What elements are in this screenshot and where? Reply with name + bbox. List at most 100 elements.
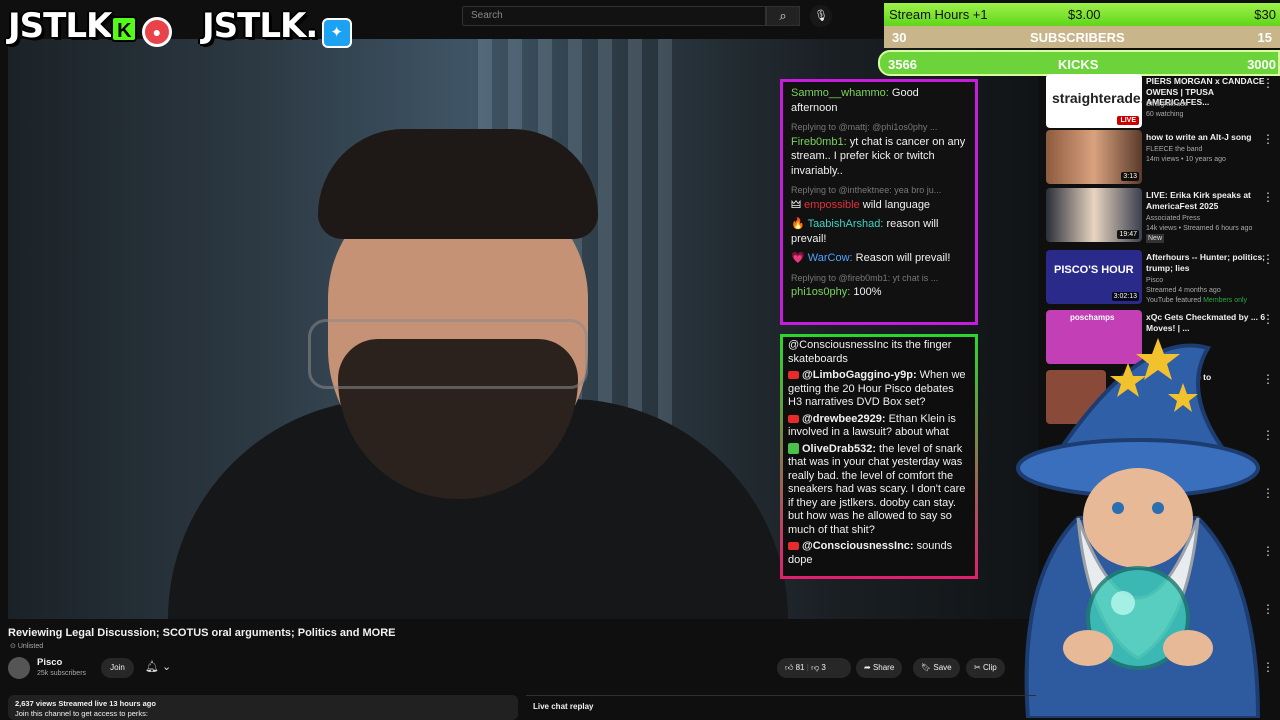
live-chat-replay-header[interactable]: Live chat replay — [526, 695, 1036, 720]
chat-username: Fireb0mb1: — [791, 135, 847, 148]
stream-hours-price: $3.00 — [1068, 7, 1101, 22]
youtube-icon — [788, 371, 799, 380]
video-thumbnail[interactable]: PISCO'S HOUR 3:02:13 — [1046, 250, 1142, 304]
chat-username: OliveDrab532: — [802, 442, 876, 455]
featured-label: YouTube featured — [1146, 297, 1202, 304]
chat-message: 🜲 empossible wild language — [791, 198, 967, 213]
logo-text-kick: JSTLK — [8, 6, 112, 46]
badge-icon: 🔥 — [791, 218, 808, 230]
chat-reply-context: Replying to @fireb0mb1: yt chat is ... — [791, 272, 939, 283]
description-box[interactable]: 2,637 views Streamed live 13 hours ago J… — [8, 695, 518, 720]
chat-reply-context: Replying to @inthektnee: yea bro ju... — [791, 185, 942, 195]
more-icon[interactable]: ⋮ — [1262, 252, 1274, 266]
window-blind — [658, 39, 672, 479]
thumbnail-text: straighterade. — [1052, 90, 1142, 106]
chat-username: Sammo__whammo: — [791, 87, 889, 99]
share-label: Share — [872, 663, 895, 672]
share-button[interactable]: ➦ Share — [856, 658, 903, 678]
subscriber-count: 25k subscribers — [37, 670, 87, 677]
subscribers-bar: 30 SUBSCRIBERS 15 — [884, 26, 1280, 48]
subscribers-count: 30 — [892, 30, 907, 45]
chat-message: @drewbee2929: Ethan Klein is involved in… — [788, 413, 970, 440]
chat-username: @LimboGaggino-y9p: — [802, 369, 917, 381]
dislike-button[interactable]: 👎︎ 3 — [811, 663, 826, 672]
chat-username: phi1os0phy: — [791, 286, 851, 298]
chat-username: WarCow: — [807, 252, 853, 264]
chat-username: @ConsciousnessInc its the finger — [788, 339, 952, 351]
channel-name[interactable]: Associated Press — [1146, 214, 1200, 223]
video-thumbnail[interactable]: straighterade. LIVE — [1046, 74, 1142, 128]
more-icon[interactable]: ⋮ — [1262, 190, 1274, 204]
chat-message: 💗 WarCow: Reason will prevail! — [791, 251, 967, 266]
save-button[interactable]: 🔖︎ Save — [913, 658, 960, 678]
duration-badge: 3:13 — [1121, 172, 1139, 181]
channel-name[interactable]: Pisco — [1146, 276, 1163, 285]
video-title[interactable]: LIVE: Erika Kirk speaks at AmericaFest 2… — [1146, 190, 1266, 211]
subscribers-goal: 15 — [1257, 30, 1272, 45]
chat-message: Fireb0mb1: yt chat is cancer on any stre… — [791, 135, 967, 179]
video-title: Reviewing Legal Discussion; SCOTUS oral … — [8, 627, 396, 639]
channel-name[interactable]: Straighterade — [1146, 100, 1188, 109]
featured-row: YouTube featured Members only — [1146, 296, 1247, 305]
scissors-icon: ✂ — [974, 663, 981, 672]
video-thumbnail[interactable]: 3:13 — [1046, 130, 1142, 184]
kick-icon — [788, 443, 799, 455]
list-item[interactable]: PISCO'S HOUR 3:02:13 Afterhours -- Hunte… — [1046, 250, 1280, 308]
list-item[interactable]: 19:47 LIVE: Erika Kirk speaks at America… — [1046, 188, 1280, 246]
youtube-chat-overlay: @ConsciousnessInc its the finger skatebo… — [780, 334, 978, 579]
views-line: 2,637 views Streamed live 13 hours ago — [15, 699, 156, 708]
kick-icon: K — [111, 16, 138, 42]
bookmark-icon: 🔖︎ — [921, 663, 932, 672]
youtube-icon — [788, 542, 799, 551]
bell-icon[interactable]: 🔔︎ ⌄ — [145, 660, 171, 673]
kick-chat-overlay: Sammo__whammo: Good afternoon Replying t… — [780, 79, 978, 325]
video-meta: 14k views • Streamed 6 hours ago — [1146, 225, 1253, 232]
live-badge: LIVE — [1117, 116, 1139, 125]
wizard-mascot-overlay — [1016, 338, 1261, 718]
chat-message: Sammo__whammo: Good afternoon — [791, 86, 967, 115]
share-icon: ➦ — [864, 663, 871, 672]
members-only-badge: Members only — [1203, 297, 1248, 304]
list-item[interactable]: straighterade. LIVE PIERS MORGAN x CANDA… — [1046, 74, 1280, 132]
video-thumbnail[interactable]: 19:47 — [1046, 188, 1142, 242]
like-button[interactable]: 👍︎ 81 — [785, 663, 805, 672]
duration-badge: 19:47 — [1117, 230, 1139, 239]
channel-name[interactable]: Pisco — [37, 657, 62, 668]
video-title[interactable]: Afterhours -- Hunter; politics; trump; l… — [1146, 252, 1266, 273]
join-button[interactable]: Join — [101, 658, 134, 678]
stream-hours-label: Stream Hours +1 — [889, 7, 988, 22]
record-icon: ● — [141, 17, 172, 47]
like-count: 81 — [795, 663, 805, 672]
chat-text: Reason will prevail! — [855, 252, 951, 264]
badge-icon: 🜲 — [791, 198, 805, 211]
like-dislike-group: 👍︎ 81 | 👎︎ 3 — [777, 658, 851, 678]
subscribers-label: SUBSCRIBERS — [1030, 30, 1125, 45]
more-icon[interactable]: ⋮ — [1262, 76, 1274, 90]
twitter-icon: ✦ — [321, 18, 352, 48]
chat-message: phi1os0phy: 100% — [791, 285, 967, 300]
thumbnail-text: PISCO'S HOUR — [1054, 264, 1134, 276]
search-input[interactable]: Search — [462, 6, 766, 26]
chat-text: the level of snark that was in your chat… — [788, 442, 966, 536]
streamer-glasses — [308, 319, 588, 389]
logo-text-twitter: JSTLK. — [202, 6, 318, 46]
chat-reply-context: Replying to @mattj: @phi1os0phy ... — [791, 122, 938, 132]
new-badge: New — [1146, 234, 1165, 243]
unlisted-label: Unlisted — [17, 643, 44, 650]
perks-line: Join this channel to get access to perks… — [15, 708, 148, 718]
list-item[interactable]: 3:13 how to write an Alt-J song FLEECE t… — [1046, 130, 1280, 188]
chat-message: OliveDrab532: the level of snark that wa… — [788, 443, 970, 538]
chat-message: @ConsciousnessInc its the finger skatebo… — [788, 339, 970, 366]
streamer-hair — [318, 129, 598, 239]
channel-name[interactable]: FLEECE the band — [1146, 145, 1202, 154]
stream-hours-bar: Stream Hours +1 $3.00 $30 — [884, 3, 1280, 26]
mic-icon[interactable]: 🎙 — [810, 5, 832, 27]
clip-button[interactable]: ✂ Clip — [966, 658, 1005, 678]
page: JSTLK K ● JSTLK. ✦ Search ⌕ 🎙 Stream Hour… — [0, 0, 1280, 720]
search-icon[interactable]: ⌕ — [766, 6, 800, 26]
video-title[interactable]: how to write an Alt-J song — [1146, 132, 1266, 143]
more-icon[interactable]: ⋮ — [1262, 132, 1274, 146]
avatar[interactable] — [8, 657, 30, 679]
thumbs-down-icon: 👎︎ — [811, 663, 820, 672]
dislike-count: 3 — [821, 663, 826, 672]
